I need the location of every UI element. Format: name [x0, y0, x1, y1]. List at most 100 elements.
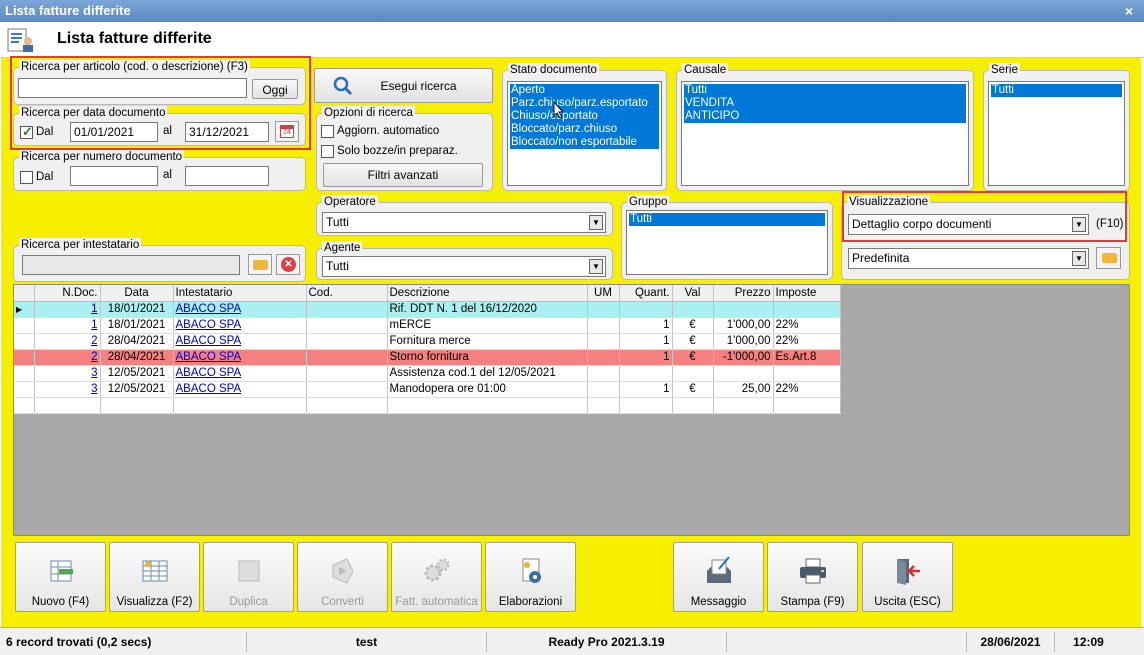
exit-button-label: Uscita (ESC) [874, 596, 941, 608]
causale-list[interactable]: Tutti VENDITA ANTICIPO [681, 81, 969, 186]
group-item[interactable]: Tutti [629, 213, 825, 226]
table-row[interactable]: 1 18/01/2021 ABACO SPA mERCE 1 €1'000,00 22% [14, 317, 841, 334]
column-header[interactable]: Descrizione [387, 285, 588, 302]
table-row[interactable]: 3 12/05/2021 ABACO SPA Assistenza cod.1 del… [14, 365, 841, 382]
status-spacer [726, 632, 966, 652]
cell-ndoc[interactable]: 2 [34, 333, 101, 350]
cell-ndoc[interactable]: 1 [34, 301, 101, 318]
folder-icon[interactable] [1096, 247, 1121, 269]
holder-search-group: Ricerca per intestatario ✕ [13, 238, 306, 282]
row-selector[interactable] [14, 333, 35, 350]
table-row-empty[interactable] [14, 397, 841, 414]
cell-intestatario[interactable]: ABACO SPA [173, 333, 307, 350]
cell-cod [306, 333, 388, 350]
doc-status-item[interactable]: Parz.chiuso/parz.esportato [510, 97, 659, 110]
search-icon [333, 76, 353, 96]
processing-icon [522, 558, 541, 583]
cell-intestatario[interactable]: ABACO SPA [173, 349, 307, 366]
cell-intestatario[interactable]: ABACO SPA [173, 301, 307, 318]
causale-item[interactable]: VENDITA [684, 97, 966, 110]
new-button[interactable]: Nuovo (F4) [15, 542, 106, 612]
documents-grid[interactable]: N.Doc. Data Intestatario Cod. Descrizion… [13, 284, 1130, 536]
row-selector[interactable] [14, 349, 35, 366]
documents-table: N.Doc. Data Intestatario Cod. Descrizion… [14, 285, 841, 414]
processing-button[interactable]: Elaborazioni [485, 542, 576, 612]
table-row[interactable]: 2 28/04/2021 ABACO SPA Fornitura merce 1 €1'0… [14, 333, 841, 350]
cell-ndoc[interactable]: 2 [34, 349, 101, 366]
doc-status-list[interactable]: Aperto Parz.chiuso/parz.esportato Chiuso… [507, 81, 662, 186]
table-row[interactable]: ▶ 1 18/01/2021 ABACO SPA Rif. DDT N. 1 del 1… [14, 301, 841, 318]
auto-update-label: Aggiorn. automatico [337, 125, 440, 137]
table-header-row: N.Doc. Data Intestatario Cod. Descrizion… [14, 285, 841, 302]
cell-descrizione: Fornitura merce [387, 333, 588, 350]
doc-status-item[interactable]: Aperto [510, 84, 659, 97]
cell-intestatario[interactable]: ABACO SPA [173, 365, 307, 382]
preset-select[interactable]: Predefinita ▼ [848, 248, 1089, 269]
cell-intestatario[interactable]: ABACO SPA [173, 381, 307, 398]
row-selector[interactable] [14, 317, 35, 334]
group-list[interactable]: Tutti [626, 210, 828, 275]
cell-um [587, 349, 620, 366]
column-header[interactable]: Prezzo [713, 285, 774, 302]
doc-status-item[interactable]: Bloccato/non esportabile [510, 136, 659, 149]
duplicate-button-label: Duplica [229, 596, 268, 608]
clear-icon[interactable]: ✕ [276, 254, 300, 275]
cell-imposte [773, 301, 841, 318]
number-from-input[interactable] [70, 166, 158, 186]
serie-list[interactable]: Tutti [988, 81, 1125, 186]
cell-empty [619, 397, 673, 414]
column-header[interactable]: Data [100, 285, 174, 302]
cell-ndoc[interactable]: 3 [34, 381, 101, 398]
message-button[interactable]: Messaggio [673, 542, 764, 612]
advanced-filters-button[interactable]: Filtri avanzati [323, 163, 483, 187]
convert-button[interactable]: Converti [297, 542, 388, 612]
holder-search-input[interactable] [22, 255, 240, 275]
column-header[interactable]: Imposte [773, 285, 841, 302]
column-header[interactable]: Val [672, 285, 714, 302]
agent-select[interactable]: Tutti ▼ [322, 256, 606, 277]
close-icon[interactable]: × [1122, 0, 1136, 22]
view-button[interactable]: Visualizza (F2) [109, 542, 200, 612]
cell-ndoc[interactable]: 1 [34, 317, 101, 334]
doc-status-item[interactable]: Chiuso/esportato [510, 110, 659, 123]
column-header[interactable]: N.Doc. [34, 285, 101, 302]
cell-imposte: 22% [773, 333, 841, 350]
number-from-checkbox[interactable] [20, 171, 33, 184]
processing-button-label: Elaborazioni [498, 596, 563, 608]
cell-intestatario[interactable]: ABACO SPA [173, 317, 307, 334]
serie-group: Serie Tutti [983, 63, 1130, 191]
auto-update-checkbox[interactable] [321, 125, 334, 138]
status-time: 12:09 [1054, 632, 1122, 652]
row-selector[interactable] [14, 365, 35, 382]
table-row[interactable]: 2 28/04/2021 ABACO SPA Storno fornitura 1 € -1… [14, 349, 841, 366]
current-row-icon[interactable]: ▶ [14, 301, 35, 318]
page-title: Lista fatture differite [57, 30, 212, 47]
row-selector[interactable] [14, 381, 35, 398]
doc-status-item[interactable]: Bloccato/parz.chiuso [510, 123, 659, 136]
causale-item[interactable]: ANTICIPO [684, 110, 966, 123]
print-button[interactable]: Stampa (F9) [767, 542, 858, 612]
doc-status-group: Stato documento Aperto Parz.chiuso/parz.… [502, 63, 667, 191]
cell-quant [619, 301, 673, 318]
cell-quant: 1 [619, 349, 673, 366]
operator-group: Operatore Tutti ▼ [316, 195, 613, 236]
cell-val: € [672, 317, 714, 334]
folder-icon[interactable] [248, 254, 272, 275]
run-search-button[interactable]: Esegui ricerca [314, 68, 493, 103]
serie-item[interactable]: Tutti [991, 84, 1122, 97]
operator-select[interactable]: Tutti ▼ [322, 212, 606, 233]
exit-button[interactable]: Uscita (ESC) [862, 542, 953, 612]
column-header[interactable]: Quant. [619, 285, 673, 302]
number-al-label: al [163, 169, 172, 181]
number-to-input[interactable] [185, 166, 269, 186]
new-button-label: Nuovo (F4) [31, 596, 90, 608]
column-header[interactable]: Intestatario [173, 285, 307, 302]
duplicate-button[interactable]: Duplica [203, 542, 294, 612]
column-header[interactable]: Cod. [306, 285, 388, 302]
causale-item[interactable]: Tutti [684, 84, 966, 97]
table-row[interactable]: 3 12/05/2021 ABACO SPA Manodopera ore 01:00… [14, 381, 841, 398]
auto-invoice-button[interactable]: Fatt. automatica [391, 542, 482, 612]
column-header[interactable]: UM [587, 285, 620, 302]
drafts-only-checkbox[interactable] [321, 145, 334, 158]
cell-ndoc[interactable]: 3 [34, 365, 101, 382]
